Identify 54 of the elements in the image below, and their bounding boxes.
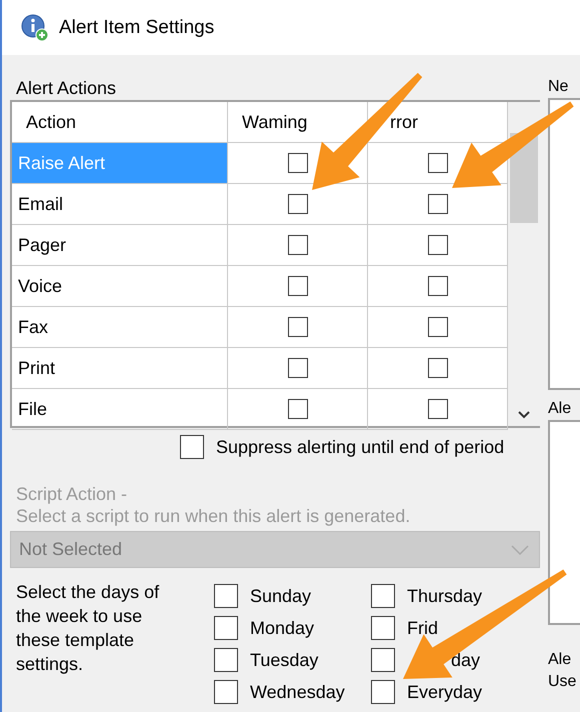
window-title: Alert Item Settings	[59, 16, 214, 38]
table-cell[interactable]: Fax	[12, 307, 228, 348]
table-cell[interactable]: File	[12, 389, 228, 430]
checkbox[interactable]	[288, 317, 308, 337]
checkbox[interactable]	[371, 680, 395, 704]
checkbox[interactable]	[288, 235, 308, 255]
checkbox-label: Everyday	[407, 682, 482, 702]
checkbox[interactable]	[371, 648, 395, 672]
hint-text: Select a script to run when this alert is generated.	[15, 506, 412, 527]
checkbox[interactable]	[214, 584, 238, 608]
checkbox[interactable]	[288, 358, 308, 378]
table-cell[interactable]: Email	[12, 184, 228, 225]
checkbox[interactable]	[288, 276, 308, 296]
chevron-down-icon	[511, 544, 529, 554]
column-header[interactable]: Action	[12, 102, 228, 143]
checkbox-label: Frid	[407, 618, 438, 638]
checkbox[interactable]	[428, 235, 448, 255]
column-header[interactable]: Waming	[228, 102, 368, 143]
checkbox[interactable]	[428, 358, 448, 378]
checkbox-label: Monday	[250, 618, 314, 638]
label-text: Ale	[548, 650, 572, 670]
section-label: Ale	[548, 399, 572, 419]
section-label: Script Action -	[15, 483, 128, 506]
info-add-icon	[21, 14, 49, 42]
table-cell[interactable]: Pager	[12, 225, 228, 266]
checkbox-label: day	[450, 650, 480, 670]
checkbox-label: Thursday	[407, 586, 482, 606]
table-cell[interactable]: Voice	[12, 266, 228, 307]
label-text: Use	[548, 672, 578, 692]
checkbox[interactable]	[214, 680, 238, 704]
checkbox-label: Suppress alerting until end of period	[216, 436, 504, 458]
checkbox[interactable]	[428, 153, 448, 173]
checkbox[interactable]	[214, 648, 238, 672]
section-label: Alert Actions	[15, 77, 118, 100]
checkbox[interactable]	[288, 153, 308, 173]
checkbox[interactable]	[288, 194, 308, 214]
checkbox[interactable]	[428, 194, 448, 214]
checkbox[interactable]	[371, 584, 395, 608]
checkbox[interactable]	[288, 399, 308, 419]
section-label: Ne	[548, 77, 570, 97]
column-header[interactable]: rror	[368, 102, 508, 143]
checkbox[interactable]	[428, 399, 448, 419]
checkbox[interactable]	[428, 317, 448, 337]
checkbox[interactable]	[371, 616, 395, 640]
checkbox-label: Sunday	[250, 586, 312, 606]
scrollbar[interactable]	[508, 102, 540, 426]
chevron-down-icon	[517, 410, 531, 420]
instruction-text: Select the days of the week to use these template settings.	[15, 581, 160, 676]
checkbox[interactable]	[214, 616, 238, 640]
checkbox-label: Wednesday	[250, 682, 345, 702]
table-cell[interactable]: Print	[12, 348, 228, 389]
checkbox-label: Tuesday	[250, 650, 318, 670]
checkbox[interactable]	[428, 276, 448, 296]
checkbox[interactable]	[180, 435, 204, 459]
